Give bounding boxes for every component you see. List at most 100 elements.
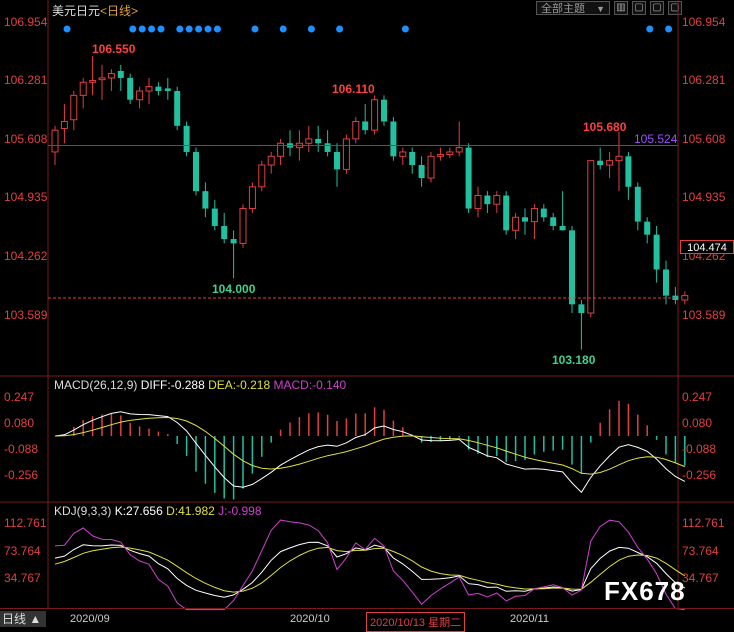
event-dot[interactable]: [307, 25, 315, 33]
candle-body[interactable]: [634, 186, 641, 222]
candle-body[interactable]: [211, 208, 218, 226]
candle-body[interactable]: [446, 151, 454, 156]
candle-body[interactable]: [399, 151, 407, 157]
candle-body[interactable]: [587, 160, 595, 314]
event-dot[interactable]: [279, 25, 287, 33]
price-tick: 104.935: [682, 190, 726, 204]
candle-body[interactable]: [70, 94, 78, 121]
event-dot[interactable]: [195, 25, 203, 33]
candle-body[interactable]: [315, 138, 322, 144]
candle-body[interactable]: [107, 73, 115, 79]
candle-body[interactable]: [681, 295, 689, 301]
candle-body[interactable]: [60, 120, 68, 129]
kdj-j: J:-0.998: [218, 504, 262, 518]
candle-body[interactable]: [615, 155, 623, 162]
candle-body[interactable]: [597, 160, 604, 166]
candle-body[interactable]: [258, 164, 266, 188]
candle-body[interactable]: [371, 99, 379, 131]
macd-dea: DEA:-0.218: [208, 378, 271, 392]
candle-body[interactable]: [239, 208, 247, 244]
candle-body[interactable]: [503, 195, 510, 231]
candle-body[interactable]: [381, 99, 387, 122]
candle-body[interactable]: [474, 194, 482, 210]
selected-date: 2020/10/13 星期二: [366, 612, 466, 632]
candle-body[interactable]: [455, 147, 463, 153]
candle-body[interactable]: [305, 138, 313, 144]
event-dot[interactable]: [401, 25, 409, 33]
candle-body[interactable]: [436, 154, 444, 157]
event-dot[interactable]: [646, 25, 654, 33]
macd-tick: 0.247: [682, 390, 713, 404]
macd-tick: 0.247: [4, 390, 35, 404]
candle-body[interactable]: [418, 165, 425, 179]
candle-body[interactable]: [625, 156, 632, 187]
event-dot[interactable]: [138, 25, 146, 33]
candle-body[interactable]: [362, 121, 369, 131]
candle-body[interactable]: [530, 208, 538, 223]
candle-body[interactable]: [653, 234, 660, 270]
candle-body[interactable]: [267, 155, 275, 166]
candle-body[interactable]: [230, 239, 237, 244]
event-dot[interactable]: [157, 25, 165, 33]
candle-body[interactable]: [127, 77, 134, 100]
candle-body[interactable]: [578, 304, 585, 314]
candle-body[interactable]: [493, 194, 501, 205]
event-dot[interactable]: [176, 25, 184, 33]
candle-body[interactable]: [164, 88, 171, 92]
candle-body[interactable]: [334, 151, 340, 170]
candle-body[interactable]: [145, 86, 153, 92]
candle-body[interactable]: [409, 151, 416, 166]
candle-body[interactable]: [174, 91, 181, 126]
macd-value: MACD:-0.140: [273, 378, 347, 392]
candle-body[interactable]: [136, 90, 144, 101]
candle-body[interactable]: [248, 186, 256, 210]
candle-body[interactable]: [51, 129, 59, 153]
event-dot[interactable]: [148, 25, 156, 33]
candle-body[interactable]: [98, 77, 106, 81]
macd-header: MACD(26,12,9) DIFF:-0.288 DEA:-0.218 MAC…: [54, 378, 346, 392]
event-dot[interactable]: [665, 25, 673, 33]
event-dot[interactable]: [204, 25, 212, 33]
event-dot[interactable]: [251, 25, 259, 33]
candle-body[interactable]: [89, 80, 97, 83]
candle-body[interactable]: [193, 151, 199, 192]
price-tick: 106.954: [682, 15, 726, 29]
candle-body[interactable]: [342, 138, 350, 170]
candle-body[interactable]: [550, 217, 557, 226]
candle-body[interactable]: [559, 225, 566, 231]
candle-body[interactable]: [484, 195, 491, 205]
period-selector[interactable]: 日线 ▲: [0, 611, 46, 627]
candle-body[interactable]: [522, 217, 528, 222]
candle-body[interactable]: [155, 86, 162, 92]
candle-body[interactable]: [117, 70, 124, 78]
candle-body[interactable]: [352, 120, 360, 140]
candle-body[interactable]: [183, 125, 190, 152]
candle-body[interactable]: [569, 230, 575, 305]
kdj-k-line: [54, 541, 686, 598]
candle-body[interactable]: [221, 225, 228, 240]
event-dot[interactable]: [213, 25, 221, 33]
price-tick: 104.262: [4, 249, 48, 263]
kdj-tick: 112.761: [682, 516, 725, 530]
candle-body[interactable]: [324, 143, 331, 152]
price-tick: 105.608: [4, 132, 48, 146]
watermark-logo: FX678: [604, 576, 686, 606]
candle-body[interactable]: [512, 216, 520, 231]
candle-body[interactable]: [465, 147, 472, 209]
price-tick: 106.281: [4, 73, 48, 87]
macd-diff: DIFF:-0.288: [140, 378, 205, 392]
event-dot[interactable]: [336, 25, 344, 33]
kdj-tick: 112.761: [4, 516, 47, 530]
event-dot[interactable]: [129, 25, 137, 33]
event-dot[interactable]: [185, 25, 193, 33]
candle-body[interactable]: [606, 160, 614, 166]
event-dot[interactable]: [63, 25, 71, 33]
candle-body[interactable]: [644, 221, 651, 235]
candle-body[interactable]: [427, 155, 435, 179]
candle-body[interactable]: [390, 121, 397, 157]
candle-body[interactable]: [202, 191, 209, 209]
kdj-d: D:41.982: [166, 504, 215, 518]
candle-body[interactable]: [540, 208, 547, 218]
candle-body[interactable]: [79, 81, 87, 96]
candle-body[interactable]: [663, 269, 669, 296]
